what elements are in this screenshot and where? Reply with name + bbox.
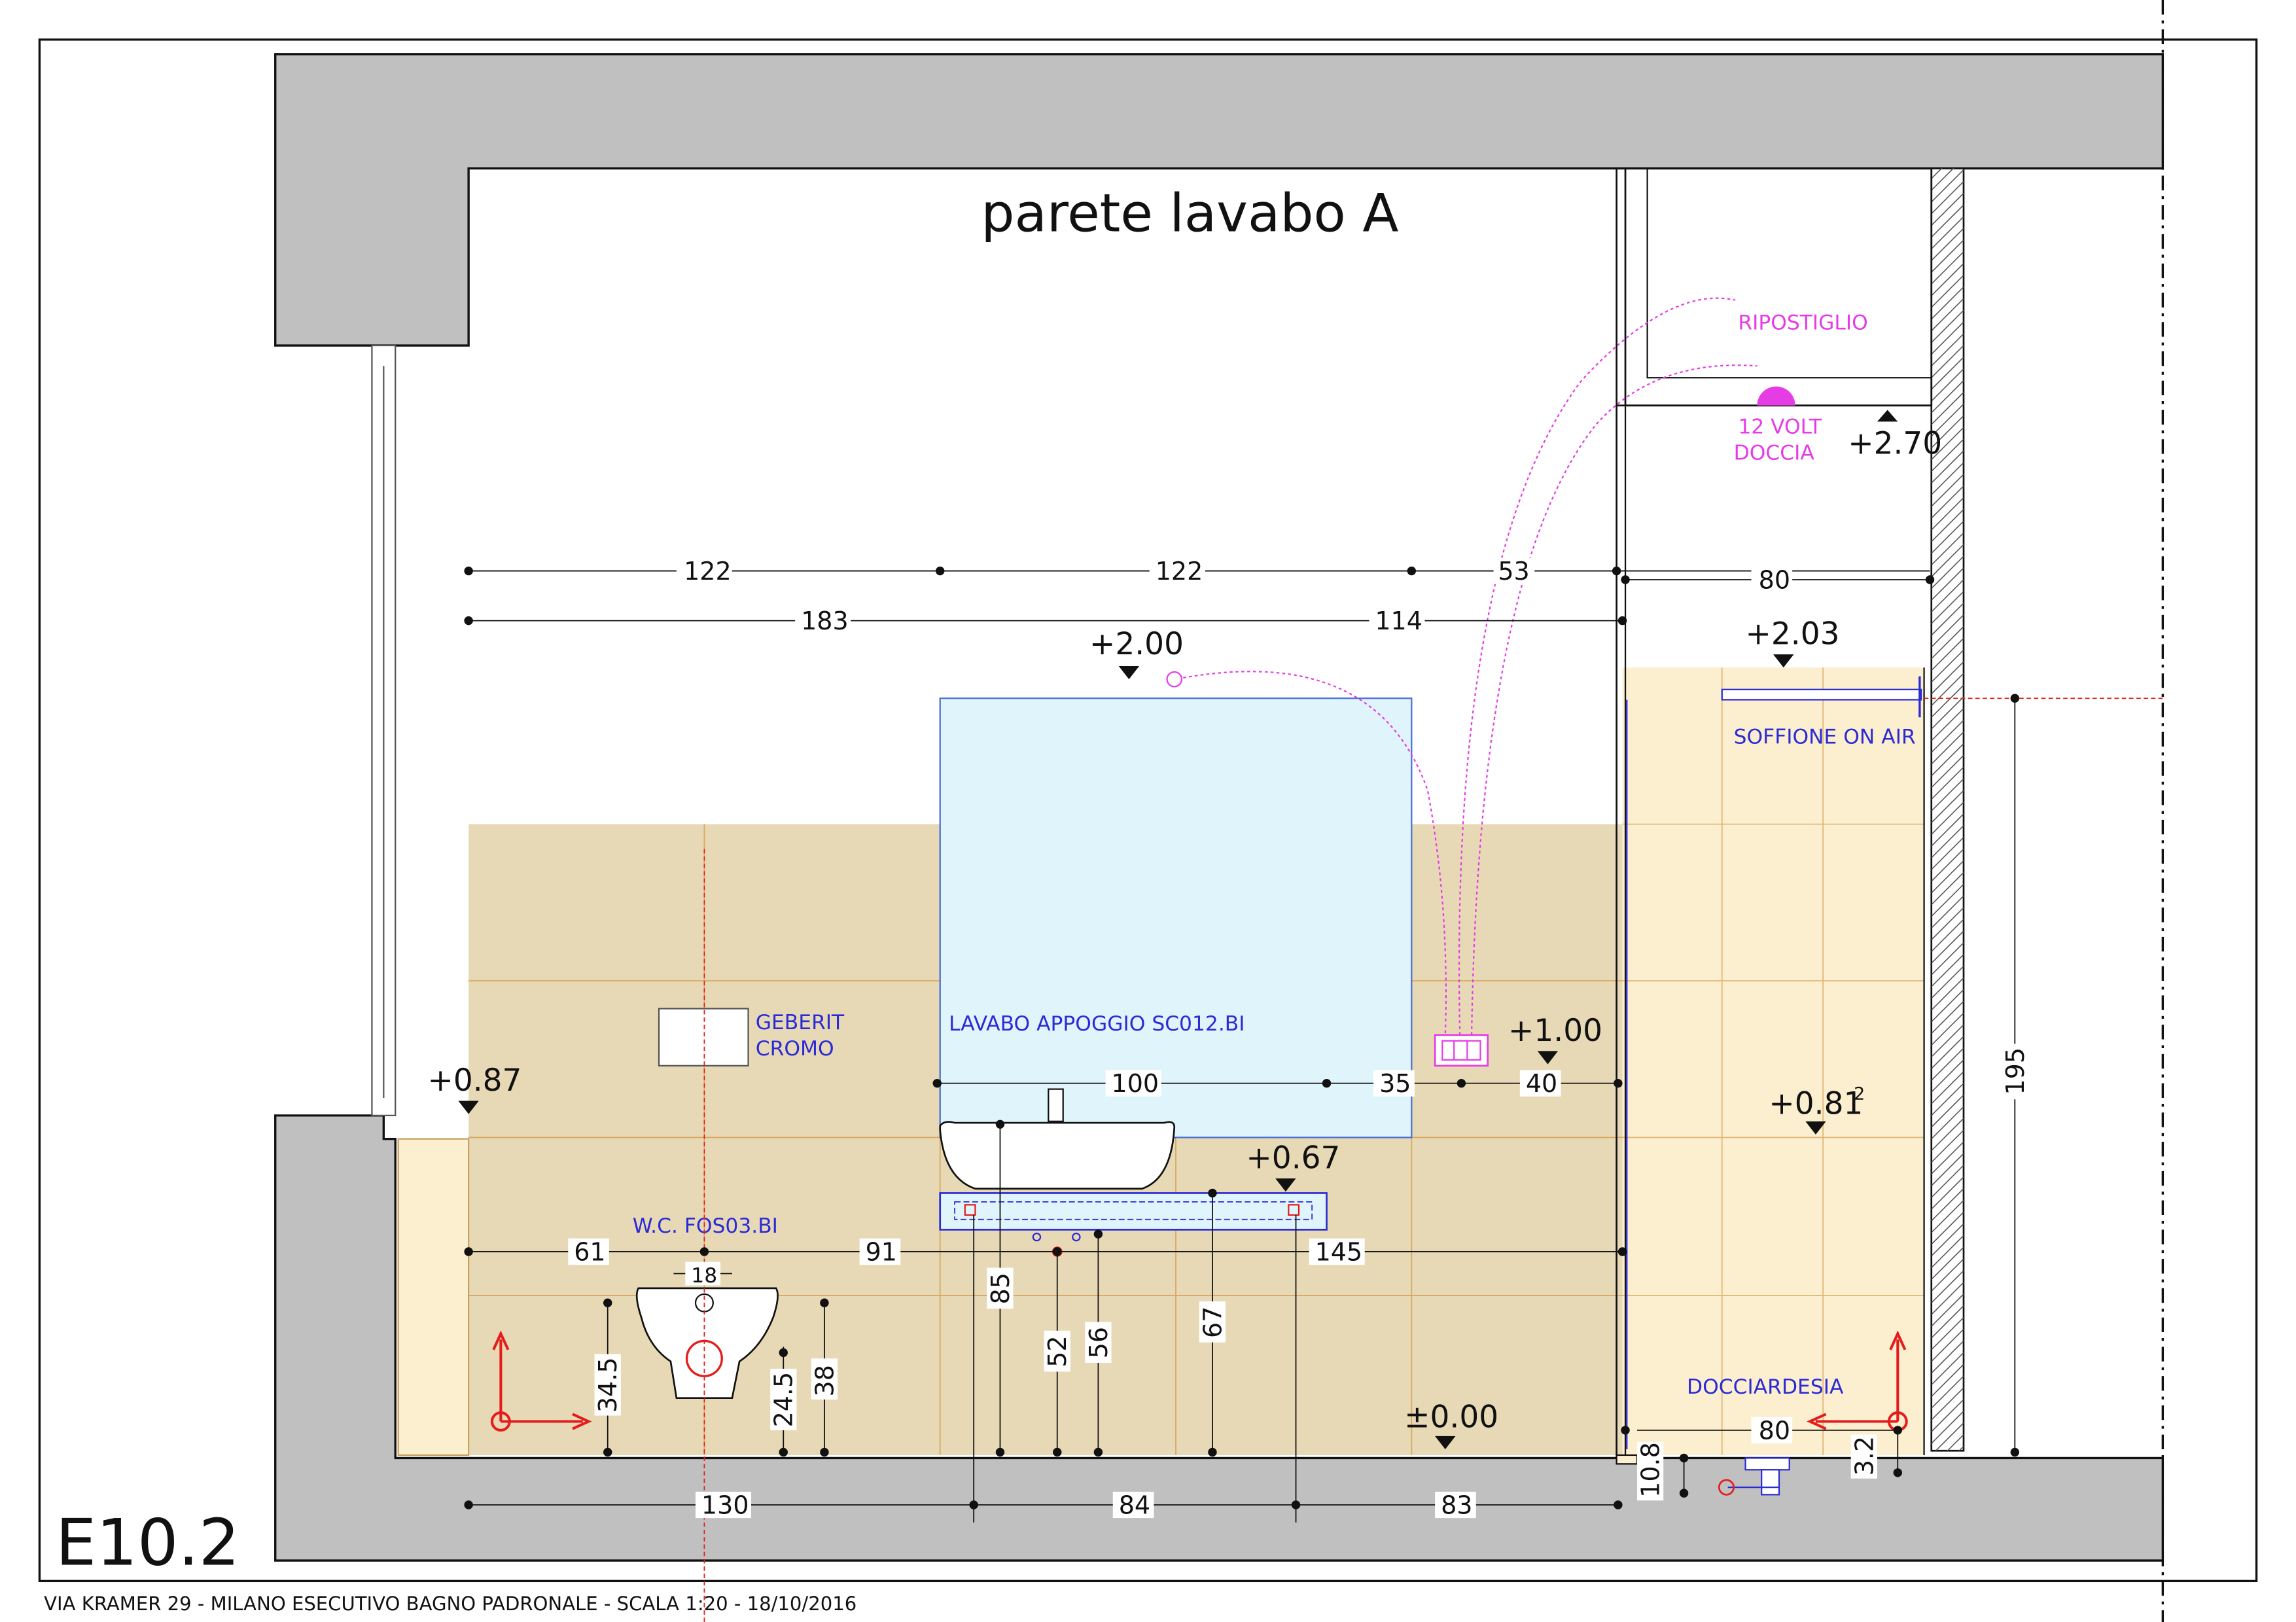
svg-text:67: 67 xyxy=(1198,1307,1227,1338)
geberit-label-2: CROMO xyxy=(756,1037,834,1061)
svg-text:122: 122 xyxy=(1156,557,1203,586)
svg-text:145: 145 xyxy=(1315,1237,1363,1266)
svg-text:35: 35 xyxy=(1379,1069,1411,1098)
elevation-drawing: parete lavabo A E10.2 VIA KRAMER 29 - MI… xyxy=(38,0,2258,1622)
level-203: +2.03 xyxy=(1746,616,1840,652)
washbasin xyxy=(939,1121,1176,1190)
svg-text:24.5: 24.5 xyxy=(769,1372,798,1428)
level-100: +1.00 xyxy=(1508,1013,1602,1049)
svg-text:183: 183 xyxy=(801,607,849,635)
level-081-superscript: 2 xyxy=(1854,1084,1865,1104)
svg-text:56: 56 xyxy=(1084,1327,1113,1358)
svg-text:61: 61 xyxy=(574,1237,605,1266)
svg-text:52: 52 xyxy=(1043,1335,1072,1367)
soffione-arm xyxy=(1721,688,1922,701)
level-270: +2.70 xyxy=(1848,426,1942,462)
niche-tile xyxy=(397,1138,470,1456)
level-200: +2.00 xyxy=(1089,626,1184,662)
shower-tray-step xyxy=(1616,1454,1638,1465)
level-081: +0.81 xyxy=(1769,1086,1863,1122)
svg-text:53: 53 xyxy=(1498,557,1529,586)
svg-text:80: 80 xyxy=(1759,565,1790,594)
level-000: ±0.00 xyxy=(1404,1399,1498,1435)
svg-text:10.8: 10.8 xyxy=(1636,1442,1665,1498)
light-point xyxy=(1166,671,1183,688)
level-087: +0.87 xyxy=(427,1063,521,1099)
lavabo-label: LAVABO APPOGGIO SC012.BI xyxy=(949,1012,1245,1036)
ripostiglio-inner xyxy=(1646,167,1932,379)
wc-label: W.C. FOS03.BI xyxy=(633,1214,778,1238)
svg-text:34.5: 34.5 xyxy=(593,1357,622,1413)
footer-text: VIA KRAMER 29 - MILANO ESECUTIVO BAGNO P… xyxy=(44,1593,857,1615)
level-067: +0.67 xyxy=(1246,1140,1340,1176)
svg-text:3.2: 3.2 xyxy=(1850,1436,1879,1475)
svg-text:80: 80 xyxy=(1759,1416,1790,1445)
geberit-label-1: GEBERIT xyxy=(756,1011,845,1034)
mirror-panel xyxy=(939,697,1413,1138)
svg-text:38: 38 xyxy=(810,1365,839,1396)
vanity-shelf xyxy=(939,1192,1328,1231)
shower-tile xyxy=(1622,667,1924,1455)
svg-text:91: 91 xyxy=(866,1237,897,1266)
soffione-label: SOFFIONE ON AIR xyxy=(1734,726,1916,749)
volt-label-2: DOCCIA xyxy=(1734,442,1815,465)
svg-text:195: 195 xyxy=(2001,1048,2030,1095)
svg-text:100: 100 xyxy=(1112,1069,1159,1098)
geberit-plate xyxy=(658,1008,749,1067)
ripostiglio-label: RIPOSTIGLIO xyxy=(1738,311,1867,334)
ripostiglio-box xyxy=(1624,167,1933,407)
svg-text:83: 83 xyxy=(1441,1490,1472,1519)
svg-text:130: 130 xyxy=(701,1490,749,1519)
docciardesia-label: DOCCIARDESIA xyxy=(1687,1375,1844,1399)
faucet xyxy=(1048,1088,1064,1122)
volt-label-1: 12 VOLT xyxy=(1738,415,1822,438)
svg-text:40: 40 xyxy=(1526,1069,1557,1098)
svg-text:85: 85 xyxy=(986,1273,1015,1304)
drawing-title: parete lavabo A xyxy=(981,183,1398,244)
svg-text:18: 18 xyxy=(691,1264,717,1288)
sheet-code: E10.2 xyxy=(56,1506,239,1581)
ripostiglio-light xyxy=(1757,386,1795,406)
svg-text:114: 114 xyxy=(1375,607,1422,635)
svg-text:122: 122 xyxy=(684,557,732,586)
svg-text:84: 84 xyxy=(1119,1490,1150,1519)
